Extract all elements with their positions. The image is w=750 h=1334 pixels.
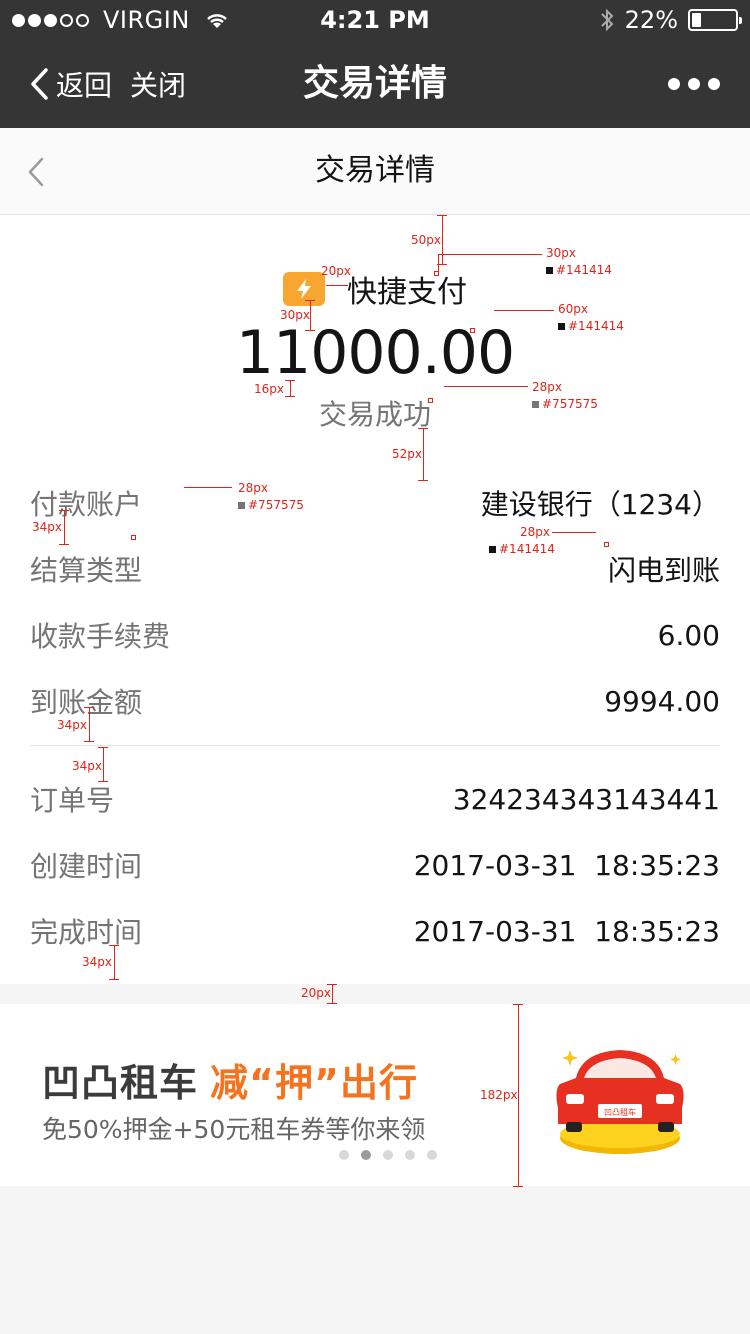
spec-label: 34px <box>57 718 87 732</box>
top-nav-bar: 返回 关闭 交易详情 <box>0 40 750 128</box>
order-value: 324234343143441 <box>452 782 720 816</box>
transaction-amount: 11000.00 <box>235 318 515 388</box>
pager-dot[interactable] <box>383 1150 393 1160</box>
detail-row-fee: 收款手续费 6.00 <box>30 602 720 668</box>
payment-method: 快捷支付 <box>0 267 750 311</box>
spec-color-label: #141414 <box>558 319 624 333</box>
order-label: 创建时间 <box>30 850 143 883</box>
page-title: 交易详情 <box>315 153 435 188</box>
spec-label: 28px <box>520 525 550 539</box>
nav-title: 交易详情 <box>302 63 447 104</box>
spec-label: 60px <box>558 302 588 316</box>
page-header: 交易详情 <box>0 128 750 215</box>
detail-value: 建设银行（1234） <box>480 488 720 521</box>
spec-label: 30px <box>546 246 576 260</box>
spec-label: 28px <box>532 380 562 394</box>
more-menu-icon[interactable] <box>668 78 720 90</box>
detail-value: 6.00 <box>657 618 720 652</box>
banner-title: 凹凸租车 减“押”出行 <box>42 1052 418 1107</box>
detail-label: 收款手续费 <box>30 620 171 653</box>
car-illustration-icon: 凹凸租车 <box>556 1050 684 1154</box>
order-row-created: 创建时间 2017-03-31 18:35:23 <box>30 832 720 898</box>
spec-label: 30px <box>280 308 310 322</box>
spec-label: 34px <box>82 955 112 969</box>
spec-label: 34px <box>72 759 102 773</box>
spec-color-label: #141414 <box>546 263 612 277</box>
order-row-number: 订单号 324234343143441 <box>30 766 720 832</box>
pager-dot[interactable] <box>427 1150 437 1160</box>
payment-method-label: 快捷支付 <box>347 275 467 310</box>
detail-row-settlement: 结算类型 闪电到账 <box>30 536 720 602</box>
spec-color-label: #141414 <box>489 542 555 556</box>
order-row-completed: 完成时间 2017-03-31 18:35:23 <box>30 898 720 964</box>
detail-row-received: 到账金额 9994.00 <box>30 668 720 734</box>
status-bar: VIRGIN 4:21 PM 22% <box>0 0 750 40</box>
detail-label: 到账金额 <box>30 686 143 719</box>
spec-label: 20px <box>321 264 351 278</box>
detail-value: 闪电到账 <box>607 554 720 587</box>
order-value: 2017-03-31 18:35:23 <box>413 914 720 948</box>
spec-label: 52px <box>392 447 422 461</box>
pager-dot[interactable] <box>405 1150 415 1160</box>
banner-brand: 凹凸租车 <box>42 1061 199 1105</box>
banner-highlight: 减“押”出行 <box>210 1061 418 1105</box>
detail-list: 付款账户 建设银行（1234） 结算类型 闪电到账 收款手续费 6.00 到账金… <box>30 470 720 734</box>
spec-label: 28px <box>238 481 268 495</box>
pager-dot-active[interactable] <box>361 1150 371 1160</box>
detail-row-account: 付款账户 建设银行（1234） <box>30 470 720 536</box>
order-label: 完成时间 <box>30 916 143 949</box>
spec-color-label: #757575 <box>532 397 598 411</box>
section-divider <box>30 745 720 746</box>
spec-color-label: #757575 <box>238 498 304 512</box>
order-value: 2017-03-31 18:35:23 <box>413 848 720 882</box>
lightning-icon <box>283 272 325 306</box>
detail-value: 9994.00 <box>604 684 720 718</box>
spec-label: 34px <box>32 520 62 534</box>
transaction-status: 交易成功 <box>318 398 431 431</box>
battery-icon <box>688 9 742 31</box>
order-label: 订单号 <box>30 784 115 817</box>
detail-label: 结算类型 <box>30 554 143 587</box>
status-right: 22% <box>599 6 742 34</box>
battery-level <box>692 13 701 27</box>
bluetooth-icon <box>600 8 614 32</box>
banner-subtitle: 免50%押金+50元租车券等你来领 <box>42 1115 426 1144</box>
spec-label: 20px <box>301 986 331 1000</box>
promo-banner[interactable]: 凹凸租车 减“押”出行 免50%押金+50元租车券等你来领 凹凸租车 <box>0 1004 750 1186</box>
car-plate-text: 凹凸租车 <box>604 1107 636 1117</box>
pager-dot[interactable] <box>339 1150 349 1160</box>
spec-label: 182px <box>480 1088 518 1102</box>
battery-percent: 22% <box>624 6 678 34</box>
order-list: 订单号 324234343143441 创建时间 2017-03-31 18:3… <box>30 766 720 964</box>
banner-pager <box>339 1150 437 1160</box>
detail-label: 付款账户 <box>30 488 143 521</box>
transaction-card: 快捷支付 11000.00 交易成功 付款账户 建设银行（1234） 结算类型 … <box>0 215 750 984</box>
spec-label: 50px <box>411 233 441 247</box>
spec-label: 16px <box>254 382 284 396</box>
